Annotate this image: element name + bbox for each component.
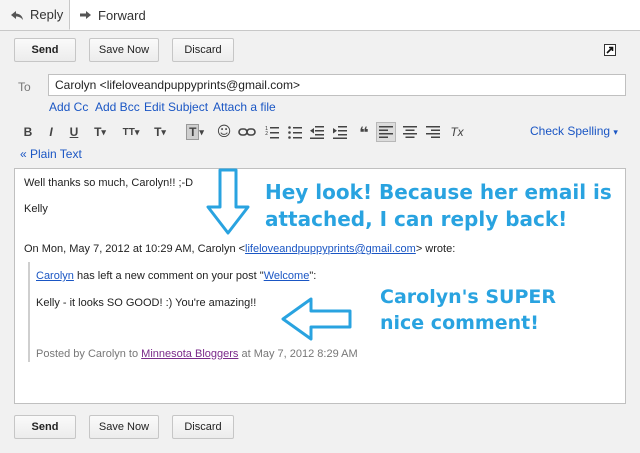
italic-button[interactable]: I	[43, 124, 59, 140]
save-now-button[interactable]: Save Now	[89, 38, 159, 62]
font-caret: ▾	[101, 126, 106, 137]
save-now-button-bottom[interactable]: Save Now	[89, 415, 159, 439]
forward-icon	[80, 11, 91, 19]
comment-text: Kelly - it looks SO GOOD! :) You're amaz…	[36, 297, 257, 309]
highlight-caret: ▾	[199, 126, 204, 137]
annotation-mid-line-1: Carolyn's SUPER	[380, 286, 557, 308]
to-label: To	[18, 80, 31, 94]
remove-format-icon[interactable]: Tx	[448, 124, 466, 140]
blog-link[interactable]: Minnesota Bloggers	[141, 348, 238, 360]
check-spelling-label: Check Spelling	[530, 124, 611, 138]
text-color-button[interactable]: T ▾	[150, 124, 170, 140]
highlight-button[interactable]: T ▾	[184, 124, 206, 140]
outdent-icon[interactable]	[310, 125, 324, 139]
tab-forward-label: Forward	[98, 7, 146, 23]
posted-by-line: Posted by Carolyn to Minnesota Bloggers …	[36, 348, 358, 360]
posted-by-prefix: Posted by Carolyn to	[36, 348, 142, 360]
plain-text-link[interactable]: « Plain Text	[20, 147, 82, 161]
quote-bar	[28, 262, 30, 362]
popout-icon[interactable]	[604, 44, 616, 56]
comment-post-link[interactable]: Welcome	[264, 270, 310, 282]
indent-icon[interactable]	[333, 125, 347, 139]
comment-author-link[interactable]: Carolyn	[36, 270, 74, 282]
font-button[interactable]: T ▾	[90, 124, 110, 140]
down-arrow-annotation	[206, 168, 250, 235]
text-color-caret: ▾	[161, 126, 166, 137]
quote-header-suffix: > wrote:	[415, 243, 456, 255]
align-left-button[interactable]	[376, 122, 396, 142]
highlight-label: T	[186, 124, 200, 140]
svg-text:2: 2	[265, 131, 268, 137]
body-line-2: Kelly	[24, 203, 48, 215]
annotation-mid-line-2: nice comment!	[380, 312, 539, 334]
tab-reply-label: Reply	[30, 7, 64, 22]
font-size-button[interactable]: TT ▾	[118, 124, 144, 140]
comment-header-end: ":	[309, 270, 317, 282]
underline-button[interactable]: U	[66, 124, 82, 140]
quote-icon[interactable]: ❝	[356, 123, 372, 142]
quote-header-prefix: On Mon, May 7, 2012 at 10:29 AM, Carolyn…	[24, 243, 246, 255]
reply-icon	[11, 10, 23, 20]
link-icon[interactable]	[238, 126, 256, 138]
font-size-caret: ▾	[134, 126, 140, 137]
emoji-icon[interactable]: ☺	[216, 124, 232, 140]
align-center-icon[interactable]	[403, 126, 417, 138]
comment-header-mid: has left a new comment on your post "	[73, 270, 264, 282]
tab-reply[interactable]: Reply	[0, 0, 70, 30]
tab-forward[interactable]: Forward	[78, 0, 168, 30]
edit-subject-link[interactable]: Edit Subject	[144, 100, 208, 114]
comment-header: Carolyn has left a new comment on your p…	[36, 270, 316, 282]
discard-button-bottom[interactable]: Discard	[172, 415, 234, 439]
posted-by-suffix: at May 7, 2012 8:29 AM	[238, 348, 358, 360]
send-button[interactable]: Send	[14, 38, 76, 62]
font-size-label: TT	[122, 126, 135, 138]
to-field[interactable]: Carolyn <lifeloveandpuppyprints@gmail.co…	[48, 74, 626, 96]
annotation-top-line-1: Hey look! Because her email is	[265, 180, 612, 204]
annotation-top-line-2: attached, I can reply back!	[265, 207, 568, 231]
bulleted-list-icon[interactable]	[288, 125, 302, 139]
numbered-list-icon[interactable]: 1 2	[265, 125, 279, 139]
align-left-icon	[379, 126, 393, 138]
check-spelling-link[interactable]: Check Spelling ▾	[530, 124, 618, 138]
align-right-icon[interactable]	[426, 126, 440, 138]
discard-button[interactable]: Discard	[172, 38, 234, 62]
add-bcc-link[interactable]: Add Bcc	[95, 100, 140, 114]
add-cc-link[interactable]: Add Cc	[49, 100, 88, 114]
check-spelling-caret: ▾	[613, 127, 618, 137]
send-button-bottom[interactable]: Send	[14, 415, 76, 439]
bold-button[interactable]: B	[20, 124, 36, 140]
attach-file-link[interactable]: Attach a file	[213, 100, 276, 114]
left-arrow-annotation	[281, 297, 352, 341]
quote-header-email[interactable]: lifeloveandpuppyprints@gmail.com	[245, 243, 416, 255]
quote-header: On Mon, May 7, 2012 at 10:29 AM, Carolyn…	[24, 243, 455, 255]
body-line-1: Well thanks so much, Carolyn!! ;-D	[24, 177, 194, 189]
